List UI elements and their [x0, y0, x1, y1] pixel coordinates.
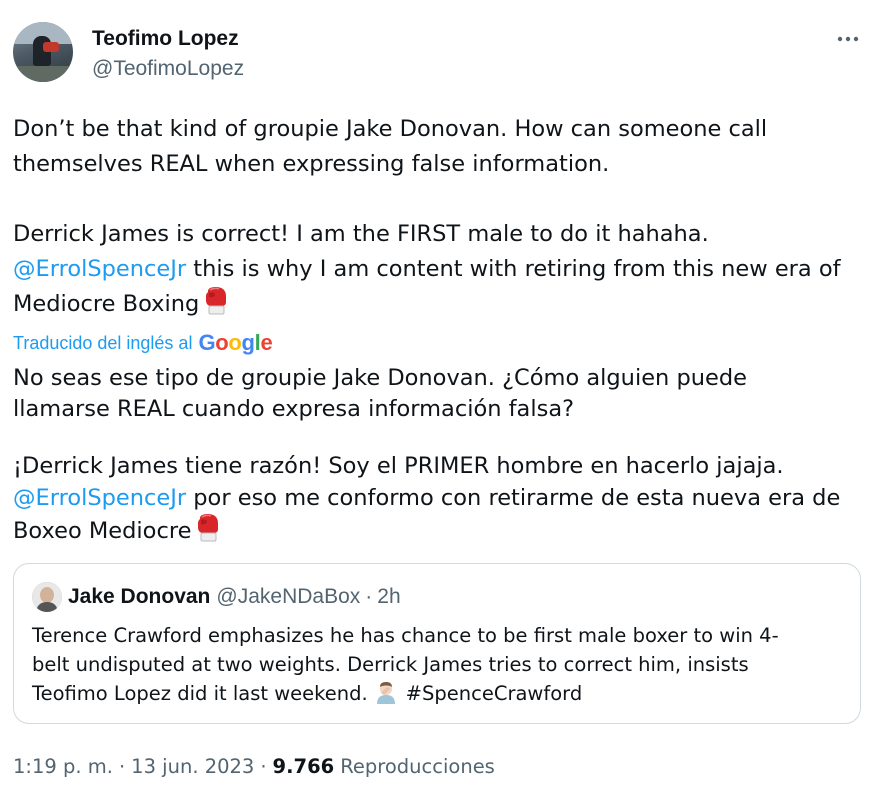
- quoted-line: belt undisputed at two weights. Derrick …: [32, 653, 749, 676]
- translated-line-text: Boxeo Mediocre: [13, 518, 192, 544]
- tweet-line-text: this is why I am content with retiring f…: [186, 256, 841, 282]
- more-options-button[interactable]: [830, 24, 866, 54]
- tweet-date[interactable]: 13 jun. 2023: [131, 755, 254, 778]
- quoted-handle: @JakeNDaBox: [216, 585, 361, 608]
- quoted-time: 2h: [377, 585, 401, 608]
- quoted-author-avatar: [32, 582, 62, 612]
- meta-separator: ·: [260, 754, 267, 778]
- views-count: 9.766: [272, 754, 335, 778]
- ellipsis-horizontal-icon: [837, 36, 859, 42]
- google-logo: Google: [198, 330, 273, 355]
- author-avatar[interactable]: [13, 22, 73, 82]
- quoted-line: Terence Crawford emphasizes he has chanc…: [32, 624, 779, 647]
- meta-separator: ·: [118, 754, 126, 778]
- tweet-time[interactable]: 1:19 p. m.: [13, 755, 113, 778]
- translated-line: ¡Derrick James tiene razón! Soy el PRIME…: [13, 453, 784, 479]
- translated-text: No seas ese tipo de groupie Jake Donovan…: [13, 363, 873, 547]
- quoted-text: Terence Crawford emphasizes he has chanc…: [32, 621, 847, 708]
- tweet-text: Don’t be that kind of groupie Jake Donov…: [13, 112, 873, 322]
- quoted-tweet-card[interactable]: Jake Donovan @JakeNDaBox · 2h Terence Cr…: [13, 563, 861, 724]
- tweet-line: @ErrolSpenceJr this is why I am content …: [13, 252, 873, 287]
- translated-line: No seas ese tipo de groupie Jake Donovan…: [13, 365, 747, 391]
- hashtag-link[interactable]: #SpenceCrawford: [406, 682, 583, 705]
- quoted-line: Teofimo Lopez did it last weekend. #Spen…: [32, 679, 847, 708]
- translated-line-text: por eso me conformo con retirarme de est…: [186, 485, 841, 511]
- man-facepalming-icon: [376, 682, 395, 704]
- tweet-line: themselves REAL when expressing false in…: [13, 151, 610, 177]
- translated-line: Boxeo Mediocre: [13, 514, 873, 547]
- tweet-line: Don’t be that kind of groupie Jake Donov…: [13, 116, 768, 142]
- tweet-line: Derrick James is correct! I am the FIRST…: [13, 221, 709, 247]
- boxing-glove-icon: [198, 514, 219, 542]
- quoted-header: Jake Donovan @JakeNDaBox · 2h: [68, 584, 401, 610]
- quoted-avatar-portrait: [32, 582, 62, 612]
- quoted-separator: ·: [365, 585, 373, 608]
- views-label: Reproducciones: [340, 754, 495, 778]
- author-handle[interactable]: @TeofimoLopez: [92, 56, 244, 82]
- quoted-display-name: Jake Donovan: [68, 585, 211, 608]
- mention-link[interactable]: @ErrolSpenceJr: [13, 256, 186, 282]
- quoted-line-text: Teofimo Lopez did it last weekend.: [32, 682, 368, 705]
- boxing-glove-icon: [206, 287, 227, 315]
- translated-from-link[interactable]: Traducido del inglés al: [13, 333, 192, 354]
- translated-line: @ErrolSpenceJr por eso me conformo con r…: [13, 482, 873, 514]
- translated-line: llamarse REAL cuando expresa información…: [13, 396, 575, 422]
- tweet-meta: 1:19 p. m. · 13 jun. 2023 · 9.766 Reprod…: [13, 752, 495, 780]
- tweet-line: Mediocre Boxing: [13, 287, 873, 322]
- mention-link[interactable]: @ErrolSpenceJr: [13, 485, 186, 511]
- author-display-name[interactable]: Teofimo Lopez: [92, 26, 239, 52]
- translation-attribution: Traducido del inglés al Google: [13, 330, 273, 356]
- avatar-ground: [13, 66, 73, 82]
- avatar-red-detail: [43, 42, 59, 52]
- tweet-line-text: Mediocre Boxing: [13, 291, 200, 317]
